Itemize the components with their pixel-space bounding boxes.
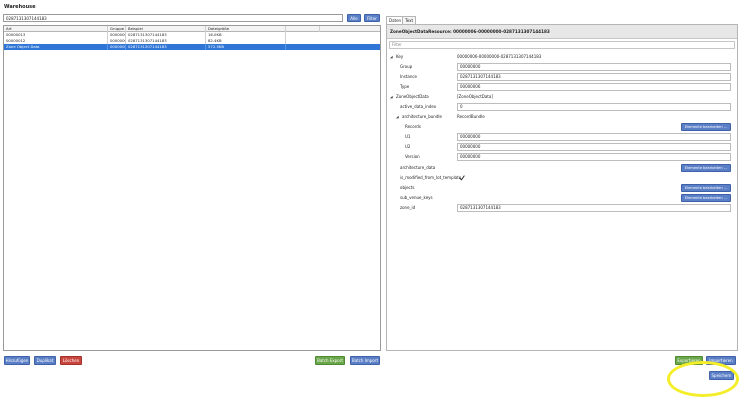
alle-button[interactable]: Alle [347,14,361,22]
edit-elements-button[interactable]: Elemente bearbeiten ... [681,164,731,172]
collapse-caret-icon[interactable]: ◢ [396,112,399,122]
prop-value: [ZoneObjectData] [457,94,493,99]
prop-architecture-data[interactable]: architecture_data Elemente bearbeiten ..… [387,163,737,173]
delete-button[interactable]: Löschen [60,356,82,365]
prop-label: architecture_bundle [402,114,442,119]
prop-label: Records [405,124,421,129]
prop-label: ZoneObjectData [396,94,429,99]
prop-label: zone_id [400,205,416,210]
batch-export-button[interactable]: Batch Export [315,356,345,365]
prop-label: sub_venue_keys [400,195,433,200]
prop-value: RecordBundle [457,114,485,119]
zone-id-field[interactable]: 0287131307144183 [457,204,731,212]
prop-label: U2 [405,144,411,149]
prop-architecture-bundle[interactable]: ◢ architecture_bundle RecordBundle [387,112,737,122]
prop-is-modified[interactable]: is_modified_from_lot_template [387,173,737,183]
prop-label: is_modified_from_lot_template [400,175,462,180]
search-row: 0287131307144183 Alle Filter [3,14,381,23]
edit-elements-button[interactable]: Elemente bearbeiten ... [681,184,731,192]
cell-beispiel: 0287131307144183 [126,44,206,50]
add-button[interactable]: Hinzufügen [4,356,30,365]
prop-label: Instance [400,74,418,79]
annotation-highlight-circle [667,361,739,397]
tab-text[interactable]: Text [402,16,417,24]
type-field[interactable]: 00000006 [457,83,731,91]
prop-label: Group [400,64,413,69]
u1-field[interactable]: 00000000 [457,133,731,141]
prop-label: architecture_data [400,165,436,170]
batch-import-button[interactable]: Batch Import [350,356,380,365]
window-title: Warehouse [4,4,36,10]
prop-objects[interactable]: objects Elemente bearbeiten ... [387,183,737,193]
resource-table: Art Gruppe Beispiel Dateigröße 00000013 … [3,25,381,351]
filter-button[interactable]: Filter [364,14,380,22]
checkbox-checked-icon[interactable] [459,175,465,181]
prop-value: 00000006-00000000-0287131307144183 [457,54,542,59]
cell-dateigroesse: 572.5KB [206,44,286,50]
edit-elements-button[interactable]: Elemente bearbeiten ... [681,123,731,131]
instance-field[interactable]: 0287131307144183 [457,73,731,81]
prop-records[interactable]: Records Elemente bearbeiten ... [387,122,737,132]
prop-zone-object-data[interactable]: ◢ ZoneObjectData [ZoneObjectData] [387,92,737,102]
prop-label: objects [400,185,415,190]
u2-field[interactable]: 00000000 [457,143,731,151]
cell-art: Zone Object Data [4,44,108,50]
prop-label: Type [400,84,410,89]
prop-label: Version [405,154,420,159]
prop-u1[interactable]: U1 00000000 [387,132,737,142]
prop-label: Key [396,54,404,59]
property-panel: ZoneObjectDataResource: 00000006-0000000… [386,24,738,351]
table-row-selected[interactable]: Zone Object Data 00000006 02871313071441… [4,44,380,50]
prop-u2[interactable]: U2 00000000 [387,142,737,152]
prop-active-data-index[interactable]: active_data_index 0 [387,102,737,112]
prop-key[interactable]: ◢ Key 00000006-00000000-0287131307144183 [387,52,737,62]
property-filter-input[interactable]: Filter [389,41,735,49]
prop-version[interactable]: Version 00000000 [387,152,737,162]
group-field[interactable]: 00000000 [457,63,731,71]
prop-instance[interactable]: Instance 0287131307144183 [387,72,737,82]
duplicate-button[interactable]: Duplikat [34,356,56,365]
version-field[interactable]: 00000000 [457,153,731,161]
edit-elements-button[interactable]: Elemente bearbeiten ... [681,194,731,202]
prop-sub-venue-keys[interactable]: sub_venue_keys Elemente bearbeiten ... [387,193,737,203]
prop-zone-id[interactable]: zone_id 0287131307144183 [387,203,737,213]
collapse-caret-icon[interactable]: ◢ [390,52,393,62]
search-input[interactable]: 0287131307144183 [3,14,343,22]
prop-group[interactable]: Group 00000000 [387,62,737,72]
active-data-index-field[interactable]: 0 [457,103,731,111]
prop-type[interactable]: Type 00000006 [387,82,737,92]
resource-header: ZoneObjectDataResource: 00000006-0000000… [387,25,737,39]
prop-label: active_data_index [400,104,437,109]
prop-label: U1 [405,134,411,139]
tab-bar: Daten Text [386,16,426,24]
collapse-caret-icon[interactable]: ◢ [390,92,393,102]
cell-gruppe: 00000006 [110,44,126,50]
